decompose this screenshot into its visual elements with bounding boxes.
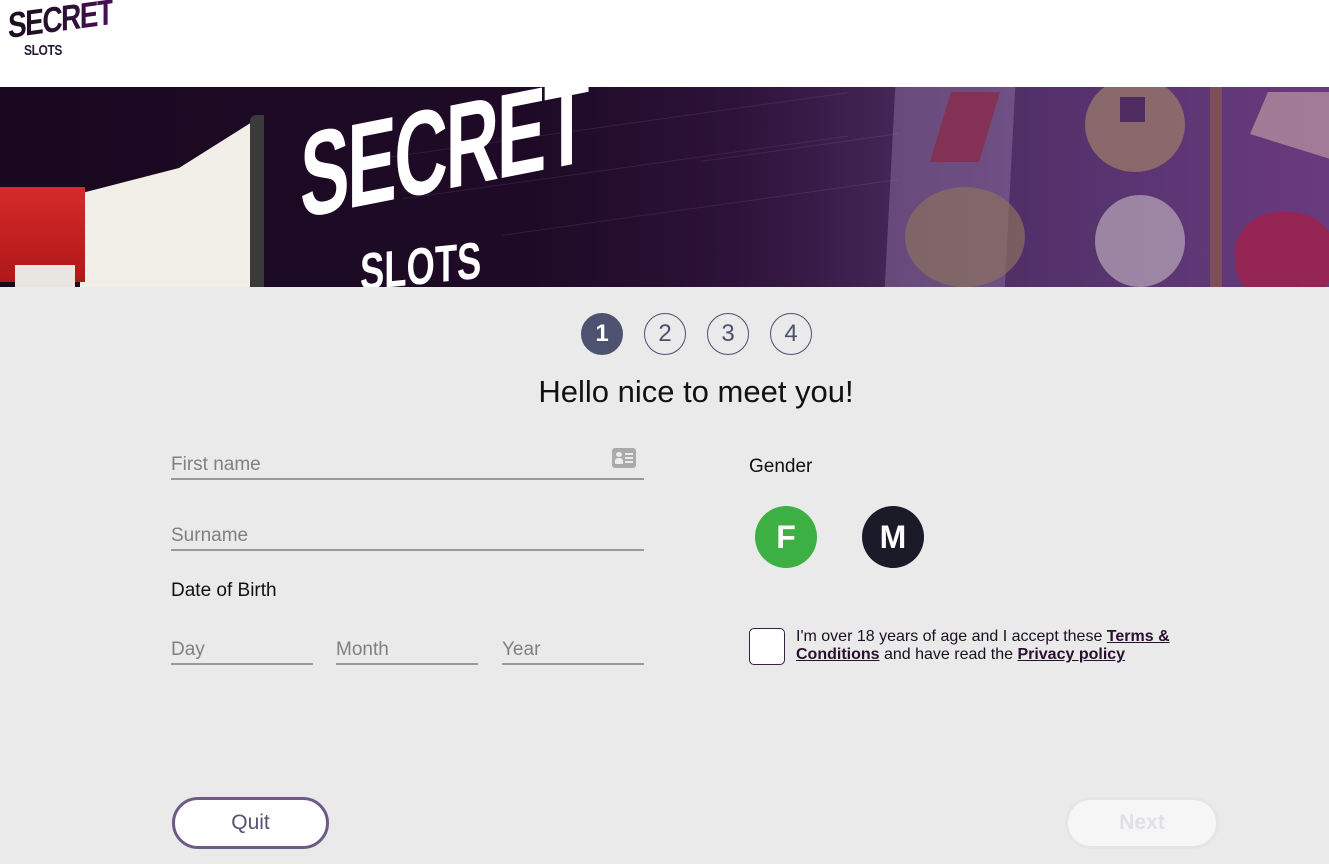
fortune-cookie-symbol <box>1250 92 1329 162</box>
date-of-birth-label: Date of Birth <box>171 580 277 601</box>
logo-text-primary: SECRET <box>8 0 113 46</box>
gender-male-button[interactable]: M <box>862 506 924 568</box>
hero-banner: SECRET SLOTS <box>0 87 1329 287</box>
surname-input[interactable] <box>171 519 644 549</box>
day-field <box>171 633 313 665</box>
chinese-coin-symbol <box>1085 87 1185 172</box>
megaphone-handle <box>15 265 75 287</box>
step-3: 3 <box>707 313 749 355</box>
gender-label: Gender <box>749 456 813 477</box>
day-input[interactable] <box>171 633 313 663</box>
top-bar: SECRET SLOTS <box>0 0 1329 87</box>
gender-female-button[interactable]: F <box>755 506 817 568</box>
year-field <box>502 633 644 665</box>
first-name-input[interactable] <box>171 448 644 478</box>
quit-button[interactable]: Quit <box>172 797 329 849</box>
privacy-policy-link[interactable]: Privacy policy <box>1017 646 1125 663</box>
consent-text-middle: and have read the <box>879 646 1018 663</box>
first-name-field <box>171 448 644 480</box>
step-indicator: 1 2 3 4 <box>581 313 812 355</box>
page-title: Hello nice to meet you! <box>538 374 854 409</box>
step-4: 4 <box>770 313 812 355</box>
secret-slots-logo[interactable]: SECRET SLOTS <box>8 0 118 64</box>
banner-title: SECRET <box>300 87 587 245</box>
step-1: 1 <box>581 313 623 355</box>
step-2: 2 <box>644 313 686 355</box>
month-field <box>336 633 478 665</box>
decorative-pole <box>1210 87 1222 287</box>
id-card-icon <box>612 448 636 468</box>
consent-row: I'm over 18 years of age and I accept th… <box>749 628 1216 665</box>
surname-field <box>171 519 644 551</box>
megaphone-rim <box>250 115 264 287</box>
vase-symbol <box>1235 212 1329 287</box>
pear-symbol <box>905 187 1025 287</box>
yin-yang-symbol <box>1095 195 1185 287</box>
consent-text: I'm over 18 years of age and I accept th… <box>796 628 1216 664</box>
year-input[interactable] <box>502 633 644 663</box>
banner-subtitle: SLOTS <box>360 231 482 287</box>
consent-checkbox[interactable] <box>749 628 785 665</box>
month-input[interactable] <box>336 633 478 663</box>
logo-text-secondary: SLOTS <box>24 42 63 59</box>
consent-text-before: I'm over 18 years of age and I accept th… <box>796 628 1107 645</box>
megaphone-illustration <box>80 117 260 287</box>
next-button[interactable]: Next <box>1065 797 1219 849</box>
